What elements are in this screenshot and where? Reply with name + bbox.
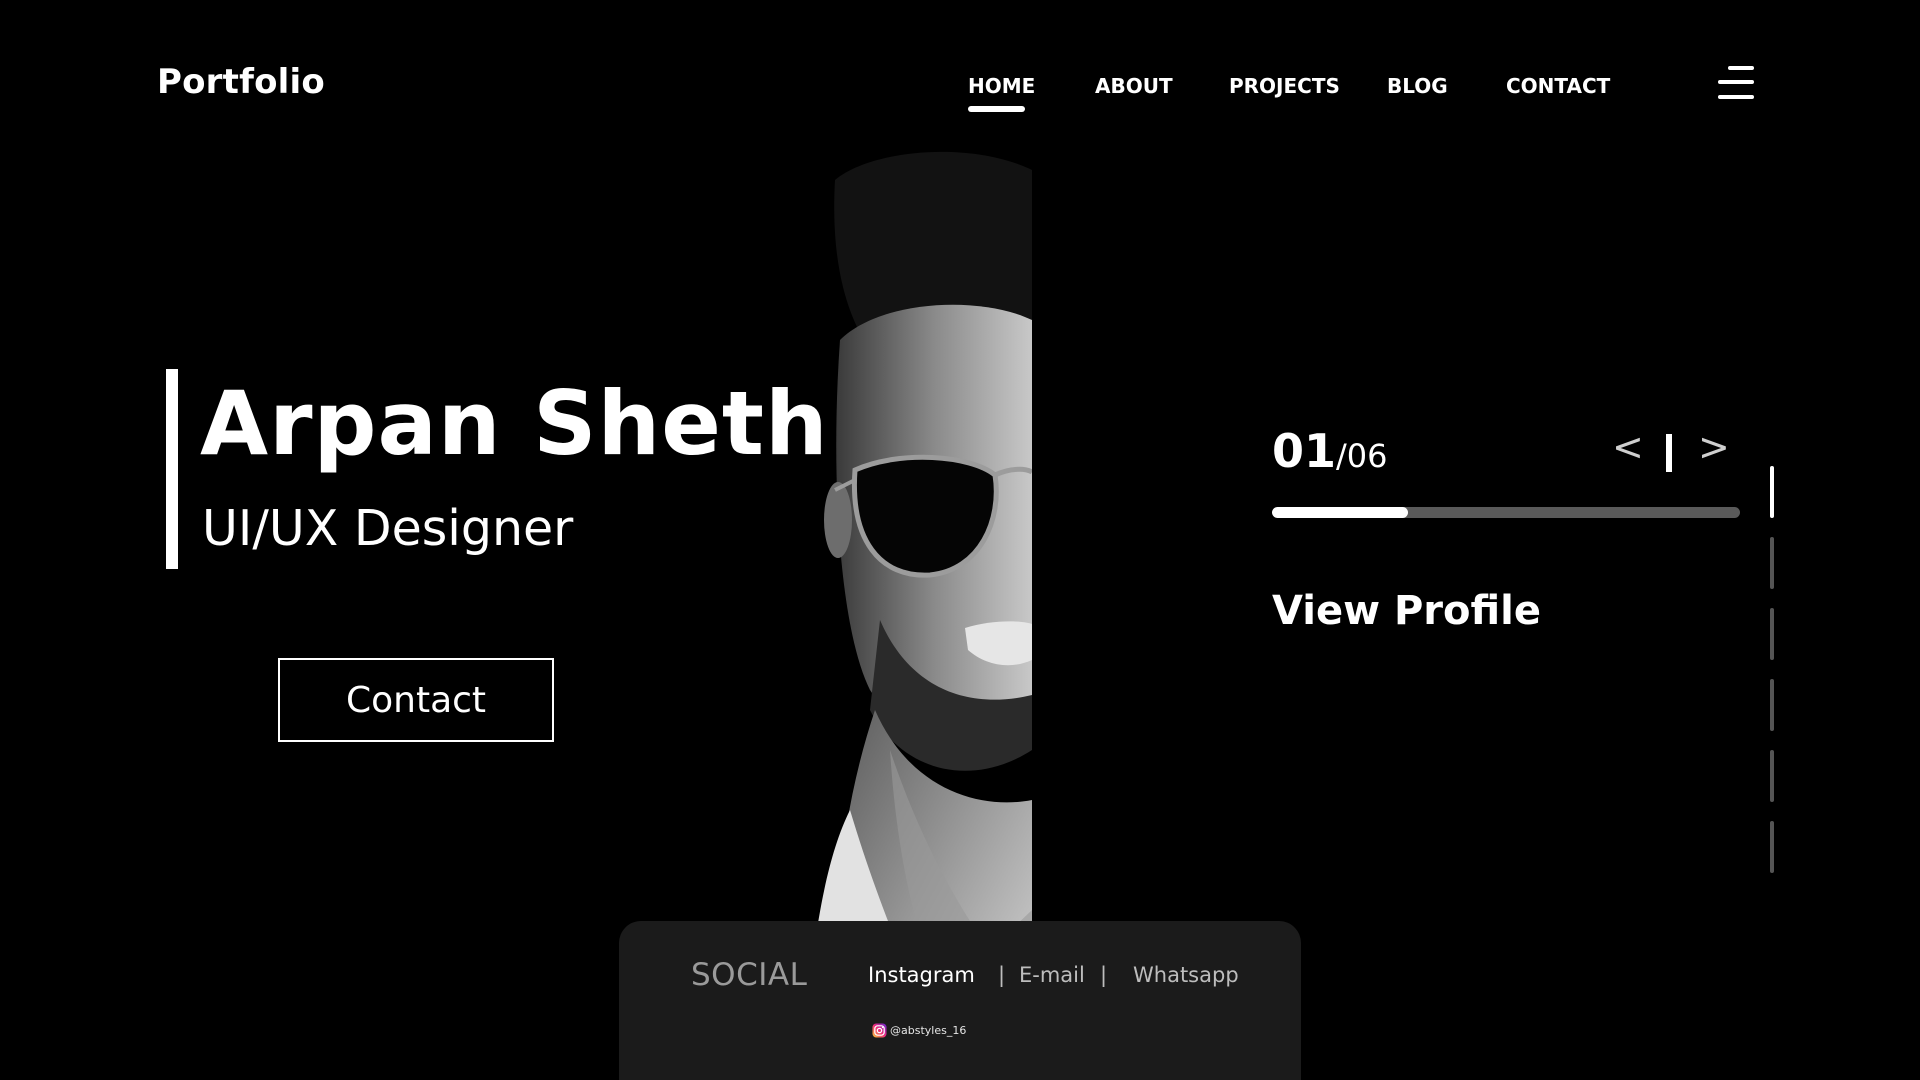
portfolio-page: Portfolio HOME ABOUT PROJECTS BLOG CONTA… [0, 0, 1920, 1080]
social-whatsapp-link[interactable]: Whatsapp [1133, 963, 1239, 987]
social-separator: | [998, 963, 1006, 987]
nav-contact[interactable]: CONTACT [1506, 74, 1610, 98]
hamburger-menu-icon[interactable] [1718, 66, 1754, 100]
hero-accent-bar [166, 369, 178, 569]
slide-progress-bar [1272, 507, 1740, 518]
slide-counter: 01/06 [1272, 424, 1388, 478]
slide-indicator-dot[interactable] [1770, 537, 1774, 589]
slide-indicator-dot[interactable] [1770, 608, 1774, 660]
main-nav: HOME ABOUT PROJECTS BLOG CONTACT [0, 74, 1920, 114]
nav-about[interactable]: ABOUT [1095, 74, 1173, 98]
nav-projects[interactable]: PROJECTS [1229, 74, 1340, 98]
social-title: SOCIAL [691, 957, 808, 993]
arrow-divider [1666, 434, 1672, 472]
social-email-link[interactable]: E-mail [1019, 963, 1085, 987]
instagram-icon [872, 1023, 887, 1038]
view-profile-link[interactable]: View Profile [1272, 588, 1541, 634]
nav-home[interactable]: HOME [968, 74, 1035, 112]
contact-button[interactable]: Contact [278, 658, 554, 742]
slide-current: 01 [1272, 424, 1337, 478]
slide-indicator-dot[interactable] [1770, 821, 1774, 873]
slide-total: 06 [1346, 437, 1388, 475]
slide-indicator-dot[interactable] [1770, 679, 1774, 731]
next-arrow-icon[interactable]: > [1698, 428, 1730, 466]
instagram-handle-text: @abstyles_16 [890, 1024, 967, 1037]
slide-indicator-dot[interactable] [1770, 750, 1774, 802]
hero-role: UI/UX Designer [202, 500, 574, 557]
slide-separator: / [1336, 437, 1347, 475]
social-separator: | [1100, 963, 1108, 987]
nav-blog[interactable]: BLOG [1387, 74, 1448, 98]
social-instagram-link[interactable]: Instagram [868, 963, 975, 987]
slide-indicator-dot[interactable] [1770, 466, 1774, 518]
instagram-handle[interactable]: @abstyles_16 [872, 1023, 966, 1038]
prev-arrow-icon[interactable]: < [1612, 428, 1644, 466]
hero-name: Arpan Sheth [200, 372, 829, 475]
social-card: SOCIAL Instagram | E-mail | Whatsapp @ab [619, 921, 1301, 1080]
slide-progress-fill [1272, 507, 1408, 518]
